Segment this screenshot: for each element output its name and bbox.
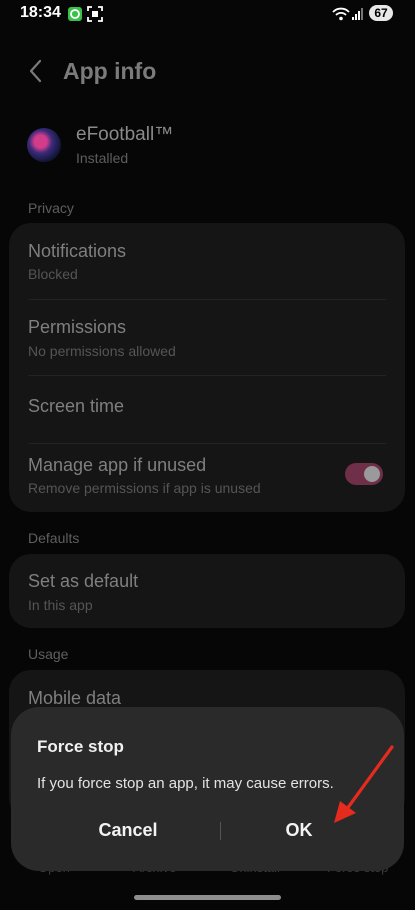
item-subtitle: Remove permissions if app is unused (28, 480, 261, 496)
status-bar: 18:34 67 (0, 0, 415, 28)
section-label-defaults: Defaults (28, 530, 80, 546)
battery-indicator: 67 (369, 5, 393, 21)
defaults-card: Set as default In this app (9, 554, 405, 628)
sync-icon (68, 7, 82, 21)
item-subtitle: No permissions allowed (28, 343, 176, 359)
manage-app-toggle[interactable] (345, 463, 383, 485)
annotation-arrow-icon (334, 745, 394, 823)
divider (28, 299, 386, 300)
item-subtitle: In this app (28, 597, 93, 613)
divider (28, 375, 386, 376)
item-title: Mobile data (28, 688, 122, 708)
efootball-app-icon (27, 128, 61, 162)
divider (28, 443, 386, 444)
item-title: Permissions (28, 317, 127, 337)
item-subtitle: Blocked (28, 266, 78, 282)
app-status: Installed (76, 150, 129, 166)
screenshot-icon (87, 6, 103, 22)
app-name: eFootball™ (76, 124, 174, 145)
status-time: 18:34 (20, 4, 61, 21)
dialog-title: Force stop (37, 737, 124, 756)
chevron-left-icon[interactable] (25, 58, 47, 84)
signal-icon (352, 8, 363, 20)
page-title: App info (63, 58, 157, 84)
dialog-message: If you force stop an app, it may cause e… (37, 775, 334, 792)
privacy-card: Notifications Blocked Permissions No per… (9, 223, 405, 512)
section-label-privacy: Privacy (28, 200, 74, 216)
item-title: Set as default (28, 571, 139, 591)
app-info-screen: 18:34 67 App info eFootball™ Installed P… (0, 0, 415, 910)
item-title: Notifications (28, 241, 127, 261)
wifi-icon (332, 7, 350, 21)
section-label-usage: Usage (28, 646, 69, 662)
home-indicator[interactable] (134, 895, 281, 900)
item-title: Manage app if unused (28, 455, 207, 475)
toggle-knob (364, 466, 380, 482)
item-title: Screen time (28, 396, 125, 416)
cancel-button[interactable]: Cancel (43, 809, 213, 851)
